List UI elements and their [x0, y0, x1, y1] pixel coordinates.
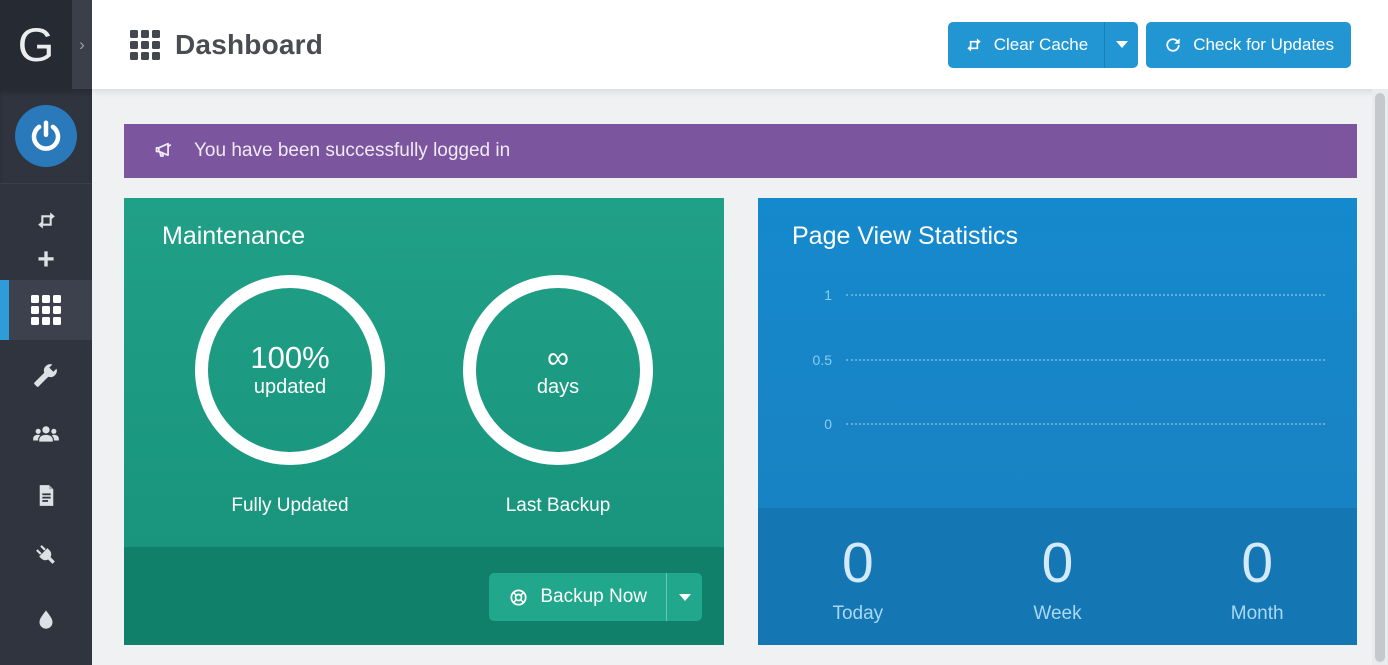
ytick-label: 0	[792, 416, 832, 432]
maintenance-circles: 100% updated ∞ days	[124, 275, 724, 465]
dashboard-icon	[130, 30, 160, 60]
power-block	[0, 89, 92, 184]
check-updates-label: Check for Updates	[1193, 35, 1334, 55]
gridline-05: 0.5	[792, 349, 1325, 371]
sidebar-item-sync[interactable]	[0, 200, 92, 240]
maintenance-footer: Backup Now	[124, 547, 724, 645]
gridline	[846, 423, 1325, 425]
ytick-label: 1	[792, 287, 832, 303]
gridline-0: 0	[792, 413, 1325, 435]
clear-cache-label: Clear Cache	[994, 35, 1089, 55]
plus-icon: +	[37, 245, 55, 275]
backup-sub: days	[537, 376, 579, 399]
clear-cache-split-button: Clear Cache	[948, 22, 1139, 68]
stat-week: 0 Week	[958, 508, 1158, 645]
stat-week-label: Week	[1033, 603, 1081, 625]
success-alert[interactable]: You have been successfully logged in	[124, 124, 1357, 178]
grid-icon	[31, 295, 61, 325]
updated-value: 100%	[250, 341, 329, 375]
droplet-icon	[34, 608, 58, 632]
panels-row: Maintenance 100% updated ∞ days Fully Up…	[124, 198, 1357, 645]
chevron-right-icon: ›	[79, 35, 85, 55]
app-logo[interactable]: G	[0, 0, 72, 89]
maintenance-labels: Fully Updated Last Backup	[124, 495, 724, 517]
backup-ring: ∞ days	[463, 275, 653, 465]
sidebar-item-theme[interactable]	[0, 345, 92, 405]
stat-week-value: 0	[1042, 535, 1074, 592]
stat-month-label: Month	[1231, 603, 1284, 625]
backup-split-button: Backup Now	[489, 573, 702, 621]
stat-today: 0 Today	[758, 508, 958, 645]
stats-panel: Page View Statistics 1 0.5 0 0 Today	[758, 198, 1357, 645]
sync-icon	[964, 35, 984, 55]
power-icon	[28, 118, 64, 154]
sidebar-item-dashboard[interactable]	[0, 280, 92, 340]
sidebar-item-backups[interactable]	[0, 590, 92, 650]
content-area: You have been successfully logged in Mai…	[92, 89, 1388, 665]
ytick-label: 0.5	[792, 352, 832, 368]
sidebar-item-add[interactable]: +	[0, 240, 92, 280]
sidebar-nav: +	[0, 184, 92, 650]
stat-today-label: Today	[832, 603, 883, 625]
gridline	[846, 359, 1325, 361]
stats-footer: 0 Today 0 Week 0 Month	[758, 508, 1357, 645]
gridline-1: 1	[792, 284, 1325, 306]
users-icon	[32, 421, 60, 449]
sidebar-item-users[interactable]	[0, 405, 92, 465]
logo-block: G ›	[0, 0, 92, 89]
life-ring-icon	[508, 587, 529, 608]
backup-now-label: Backup Now	[540, 586, 647, 608]
backup-value: ∞	[547, 341, 569, 375]
backup-label: Last Backup	[463, 495, 653, 517]
updated-sub: updated	[254, 376, 326, 399]
megaphone-icon	[154, 139, 179, 164]
topbar: Dashboard Clear Cache Check for	[92, 0, 1388, 89]
maintenance-panel: Maintenance 100% updated ∞ days Fully Up…	[124, 198, 724, 645]
sidebar-item-plugins[interactable]	[0, 525, 92, 585]
clear-cache-dropdown-button[interactable]	[1104, 22, 1138, 68]
check-updates-button[interactable]: Check for Updates	[1146, 22, 1351, 68]
caret-down-icon	[679, 594, 691, 601]
file-icon	[34, 483, 59, 508]
stats-title: Page View Statistics	[758, 198, 1357, 251]
maintenance-title: Maintenance	[124, 198, 724, 251]
sidebar-expand-strip[interactable]: ›	[72, 0, 92, 89]
backup-now-button[interactable]: Backup Now	[489, 573, 666, 621]
updated-ring: 100% updated	[195, 275, 385, 465]
clear-cache-button[interactable]: Clear Cache	[948, 22, 1105, 68]
scrollbar-thumb[interactable]	[1375, 93, 1385, 662]
caret-down-icon	[1116, 41, 1128, 48]
scrollbar-track[interactable]	[1372, 89, 1388, 665]
updated-label: Fully Updated	[195, 495, 385, 517]
plug-icon	[33, 542, 60, 569]
logout-power-button[interactable]	[15, 105, 77, 167]
refresh-icon	[1163, 35, 1183, 55]
backup-dropdown-button[interactable]	[666, 573, 702, 621]
topbar-buttons: Clear Cache Check for Updates	[948, 22, 1351, 68]
main-area: Dashboard Clear Cache Check for	[92, 0, 1388, 665]
sync-icon	[34, 208, 59, 233]
stat-today-value: 0	[842, 535, 874, 592]
stat-month-value: 0	[1241, 535, 1273, 592]
wrench-icon	[33, 362, 59, 388]
stat-month: 0 Month	[1157, 508, 1357, 645]
sidebar: G › +	[0, 0, 92, 665]
alert-message: You have been successfully logged in	[194, 140, 510, 162]
sidebar-item-pages[interactable]	[0, 465, 92, 525]
page-title: Dashboard	[175, 29, 323, 61]
gridline	[846, 294, 1325, 296]
